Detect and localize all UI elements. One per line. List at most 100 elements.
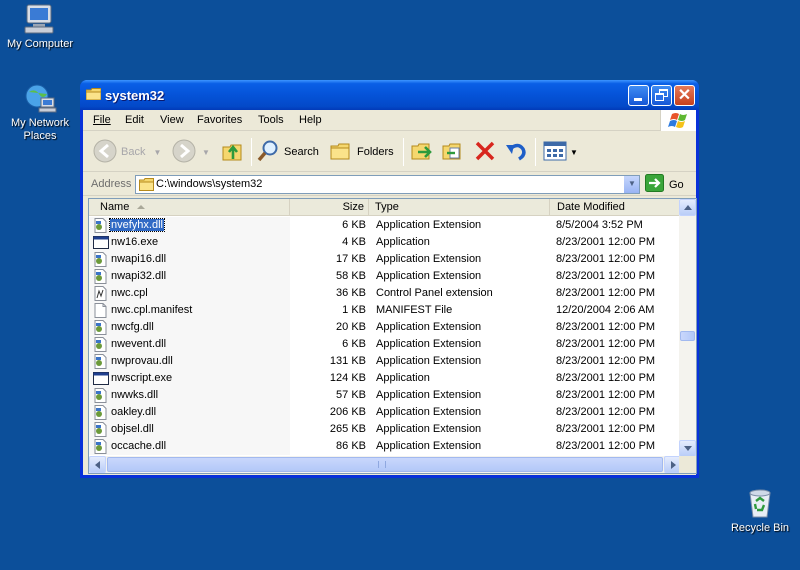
undo-button[interactable]: [504, 138, 528, 166]
file-size: 58 KB: [336, 270, 366, 282]
file-size: 4 KB: [342, 236, 366, 248]
column-header-label: Name: [100, 201, 130, 213]
file-row[interactable]: oakley.dll 206 KB Application Extension 8/2…: [89, 404, 681, 421]
close-button[interactable]: ✕: [674, 85, 695, 106]
toolbar: Back ▼ ▼ Search Folders ▼: [83, 132, 696, 172]
file-row[interactable]: objsel.dll 265 KB Application Extension 8/2…: [89, 421, 681, 438]
search-button[interactable]: Search: [256, 138, 319, 166]
computer-icon: [23, 3, 57, 35]
scroll-down-button[interactable]: [679, 440, 696, 457]
column-header-type[interactable]: Type: [369, 199, 550, 216]
file-size: 57 KB: [336, 389, 366, 401]
menu-label: Edit: [125, 114, 144, 126]
go-button[interactable]: Go: [645, 174, 684, 195]
file-size: 265 KB: [329, 423, 366, 435]
file-row[interactable]: nwwks.dll 57 KB Application Extension 8/23/…: [89, 387, 681, 404]
file-type: Application Extension: [376, 389, 482, 401]
up-folder-button[interactable]: [221, 138, 245, 166]
file-icon: [93, 303, 109, 318]
menu-favorites[interactable]: Favorites: [197, 114, 242, 126]
scroll-left-button[interactable]: [89, 456, 106, 473]
undo-icon: [504, 139, 528, 166]
dll-icon: [93, 337, 109, 352]
file-name: occache.dll: [111, 440, 167, 452]
horizontal-scroll-thumb[interactable]: [107, 457, 663, 472]
file-row[interactable]: nvefyhx.dll 6 KB Application Extension 8/5/…: [89, 217, 681, 234]
file-date-modified: 8/23/2001 12:00 PM: [556, 355, 656, 367]
toolbar-separator: [535, 138, 536, 166]
menu-label: File: [93, 114, 111, 126]
folders-button[interactable]: Folders: [329, 138, 394, 166]
scroll-up-button[interactable]: [679, 199, 696, 216]
go-arrow-icon: [645, 174, 664, 195]
minimize-button[interactable]: [628, 85, 649, 106]
column-header-date-modified[interactable]: Date Modified: [550, 199, 681, 216]
file-date-modified: 8/5/2004 3:52 PM: [556, 219, 643, 231]
file-date-modified: 8/23/2001 12:00 PM: [556, 372, 656, 384]
file-row[interactable]: nwapi32.dll 58 KB Application Extension 8/2…: [89, 268, 681, 285]
file-row[interactable]: nwcfg.dll 20 KB Application Extension 8/23/…: [89, 319, 681, 336]
forward-button[interactable]: ▼: [172, 138, 210, 166]
file-row[interactable]: nw16.exe 4 KB Application 8/23/2001 12:00 P…: [89, 234, 681, 251]
file-row[interactable]: nwevent.dll 6 KB Application Extension 8/23…: [89, 336, 681, 353]
address-value: C:\windows\system32: [156, 178, 263, 190]
file-size: 6 KB: [342, 338, 366, 350]
address-dropdown-button[interactable]: ▼: [623, 176, 639, 193]
file-row[interactable]: nwc.cpl 36 KB Control Panel extension 8/23/…: [89, 285, 681, 302]
column-header-label: Size: [342, 201, 364, 213]
vertical-scrollbar[interactable]: [679, 199, 696, 457]
restore-front-icon: [655, 93, 664, 101]
windows-logo-icon: [660, 110, 696, 131]
toolbar-separator: [251, 138, 252, 166]
title-bar[interactable]: system32 ✕: [80, 80, 699, 110]
file-date-modified: 8/23/2001 12:00 PM: [556, 236, 656, 248]
horizontal-scrollbar[interactable]: [89, 456, 681, 473]
copy-to-button[interactable]: [441, 138, 465, 166]
address-input[interactable]: C:\windows\system32 ▼: [135, 175, 640, 194]
file-list[interactable]: Name Size Type Date Modified nvefyhx.dll…: [88, 198, 697, 474]
file-row[interactable]: nwc.cpl.manifest 1 KB MANIFEST File 12/20/2…: [89, 302, 681, 319]
menu-label: Favorites: [197, 114, 243, 126]
file-size: 86 KB: [336, 440, 366, 452]
file-size: 131 KB: [329, 355, 366, 367]
window-title: system32: [105, 88, 165, 103]
file-size: 17 KB: [336, 253, 366, 265]
menu-label: View: [160, 114, 184, 126]
desktop-icon-my-computer[interactable]: My Computer: [0, 3, 80, 51]
file-rows: nvefyhx.dll 6 KB Application Extension 8/5/…: [89, 217, 681, 455]
dll-icon: [93, 252, 109, 267]
file-row[interactable]: nwscript.exe 124 KB Application 8/23/2001 1…: [89, 370, 681, 387]
delete-x-icon: [473, 139, 497, 166]
dll-icon: [93, 422, 109, 437]
file-row[interactable]: nwapi16.dll 17 KB Application Extension 8/2…: [89, 251, 681, 268]
file-type: Application Extension: [376, 253, 482, 265]
column-header-name[interactable]: Name: [89, 199, 290, 216]
menu-bar: File Edit View Favorites Tools Help: [83, 110, 696, 131]
menu-edit[interactable]: Edit: [125, 114, 144, 126]
menu-tools[interactable]: Tools: [258, 114, 284, 126]
menu-file[interactable]: File: [93, 114, 111, 126]
dll-icon: [93, 218, 109, 233]
move-to-button[interactable]: [410, 138, 434, 166]
vertical-scroll-thumb[interactable]: [680, 331, 695, 341]
views-button[interactable]: ▼: [543, 138, 578, 166]
file-size: 124 KB: [329, 372, 366, 384]
back-button[interactable]: Back ▼: [93, 138, 161, 166]
file-date-modified: 8/23/2001 12:00 PM: [556, 338, 656, 350]
menu-view[interactable]: View: [160, 114, 184, 126]
search-icon: [256, 139, 280, 166]
restore-button[interactable]: [651, 85, 672, 106]
file-row[interactable]: nwprovau.dll 131 KB Application Extension 8…: [89, 353, 681, 370]
file-date-modified: 8/23/2001 12:00 PM: [556, 389, 656, 401]
menu-help[interactable]: Help: [299, 114, 322, 126]
chevron-down-icon: ▼: [628, 179, 636, 188]
column-header-size[interactable]: Size: [290, 199, 369, 216]
column-header-row: Name Size Type Date Modified: [89, 199, 681, 216]
file-name: nwcfg.dll: [111, 321, 154, 333]
file-name: oakley.dll: [111, 406, 157, 418]
desktop-icon-recycle-bin[interactable]: Recycle Bin: [720, 487, 800, 535]
file-row[interactable]: occache.dll 86 KB Application Extension 8/2…: [89, 438, 681, 455]
delete-button[interactable]: [473, 138, 497, 166]
desktop-icon-my-network-places[interactable]: My Network Places: [0, 82, 80, 143]
file-name: nw16.exe: [111, 236, 159, 248]
